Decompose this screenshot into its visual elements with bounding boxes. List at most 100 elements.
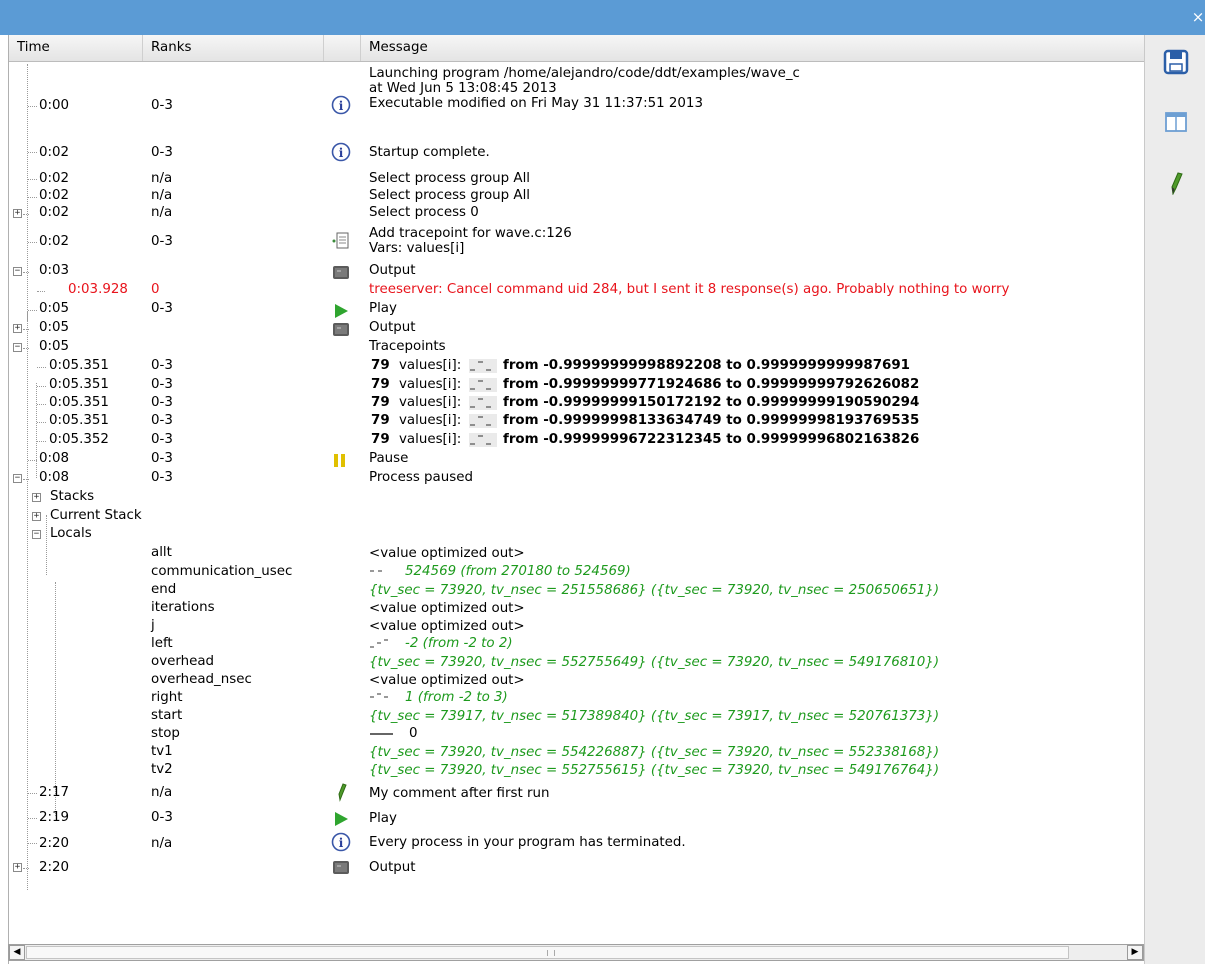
- local-variable-row[interactable]: overhead {tv_sec = 73920, tv_nsec = 5527…: [9, 654, 1145, 672]
- variable-value: 0: [409, 726, 418, 741]
- row-time: 0:02: [39, 234, 70, 249]
- local-variable-row[interactable]: start {tv_sec = 73917, tv_nsec = 5173898…: [9, 708, 1145, 726]
- row-ranks: 0-3: [151, 358, 173, 373]
- table-row[interactable]: 0:05 0-3 Play: [9, 301, 1145, 319]
- logbook-panel: Time Ranks Message 0:00 0-3 i Launching …: [8, 35, 1145, 964]
- sparkline-icon: [370, 639, 388, 648]
- row-message: Startup complete.: [369, 145, 490, 160]
- table-row[interactable]: 0:02 0-3 Add tracepoint for wave.c:126 Va…: [9, 223, 1145, 261]
- table-row[interactable]: 2:17 n/a My comment after first run: [9, 782, 1145, 804]
- tree-item-stacks[interactable]: + Stacks: [9, 489, 1145, 507]
- local-variable-row[interactable]: allt <value optimized out>: [9, 545, 1145, 563]
- table-row[interactable]: + 0:02 n/a Select process 0: [9, 205, 1145, 223]
- row-ranks: n/a: [151, 188, 173, 203]
- row-message: Process paused: [369, 470, 473, 485]
- table-row[interactable]: 0:00 0-3 i Launching program /home/aleja…: [9, 62, 1145, 150]
- sparkline-icon: [469, 414, 497, 428]
- table-row[interactable]: 0:02 n/a Select process group All: [9, 170, 1145, 188]
- tracepoint-row[interactable]: 0:05.351 0-3 79 values[i]: from -0.99999…: [9, 395, 1145, 413]
- local-variable-row[interactable]: right 1 (from -2 to 3): [9, 690, 1145, 708]
- sparkline-icon: [370, 733, 393, 735]
- local-variable-row[interactable]: stop 0: [9, 726, 1145, 744]
- local-variable-row[interactable]: tv1 {tv_sec = 73920, tv_nsec = 554226887…: [9, 744, 1145, 762]
- variable-value: <value optimized out>: [369, 546, 525, 561]
- collapse-toggle[interactable]: −: [13, 267, 22, 276]
- variable-value: {tv_sec = 73920, tv_nsec = 554226887} ({…: [369, 745, 940, 760]
- header-message[interactable]: Message: [361, 35, 1145, 61]
- collapse-toggle[interactable]: −: [13, 343, 22, 352]
- sparkline-icon: [370, 570, 382, 572]
- expand-toggle[interactable]: +: [32, 512, 41, 521]
- header-time[interactable]: Time: [9, 35, 143, 61]
- row-ranks: 0-3: [151, 451, 173, 466]
- tracepoint-count: 79: [371, 358, 390, 373]
- variable-name: stop: [151, 726, 180, 741]
- header-ranks[interactable]: Ranks: [143, 35, 324, 61]
- row-ranks: 0-3: [151, 145, 173, 160]
- local-variable-row[interactable]: j <value optimized out>: [9, 618, 1145, 636]
- svg-text:i: i: [339, 146, 344, 160]
- tracepoint-range: from -0.99999998133634749 to 0.999999981…: [503, 413, 920, 428]
- row-ranks: 0-3: [151, 98, 173, 113]
- variable-value: {tv_sec = 73920, tv_nsec = 552755615} ({…: [369, 763, 940, 778]
- tracepoint-row[interactable]: 0:05.351 0-3 79 values[i]: from -0.99999…: [9, 377, 1145, 395]
- collapse-toggle[interactable]: −: [32, 530, 41, 539]
- table-row[interactable]: 2:20 n/a i Every process in your program…: [9, 832, 1145, 854]
- svg-text:i: i: [339, 99, 344, 113]
- table-row[interactable]: + 2:20 Output: [9, 857, 1145, 879]
- table-row[interactable]: 2:19 0-3 Play: [9, 807, 1145, 829]
- pencil-icon[interactable]: [1163, 169, 1189, 195]
- row-message: Play: [369, 301, 397, 316]
- table-row[interactable]: 0:02 0-3 i Startup complete.: [9, 142, 1145, 164]
- row-ranks: 0: [151, 282, 160, 297]
- row-time: 0:03: [39, 263, 70, 278]
- variable-name: iterations: [151, 600, 215, 615]
- local-variable-row[interactable]: overhead_nsec <value optimized out>: [9, 672, 1145, 690]
- tree-item-current-stack[interactable]: + Current Stack: [9, 508, 1145, 526]
- scroll-right-arrow-icon[interactable]: ▶: [1127, 945, 1143, 960]
- row-message: Play: [369, 811, 397, 826]
- table-row[interactable]: + 0:05 Output: [9, 320, 1145, 338]
- table-row[interactable]: − 0:03 Output: [9, 263, 1145, 281]
- tracepoint-icon: [332, 232, 349, 249]
- table-row[interactable]: 0:02 n/a Select process group All: [9, 188, 1145, 206]
- tree-item-locals[interactable]: − Locals: [9, 526, 1145, 544]
- local-variable-row[interactable]: tv2 {tv_sec = 73920, tv_nsec = 552755615…: [9, 762, 1145, 780]
- row-ranks: 0-3: [151, 377, 173, 392]
- row-time: 0:05: [39, 301, 70, 316]
- row-message: Select process group All: [369, 171, 531, 186]
- horizontal-scrollbar[interactable]: ◀ ▶: [8, 944, 1144, 961]
- panel-layout-icon[interactable]: [1163, 109, 1189, 135]
- header-icon[interactable]: [324, 35, 361, 61]
- tracepoint-row[interactable]: 0:05.352 0-3 79 values[i]: from -0.99999…: [9, 432, 1145, 450]
- save-icon[interactable]: [1163, 49, 1189, 75]
- expand-toggle[interactable]: +: [13, 863, 22, 872]
- log-rows: 0:00 0-3 i Launching program /home/aleja…: [9, 62, 1145, 968]
- expand-toggle[interactable]: +: [13, 324, 22, 333]
- expand-toggle[interactable]: +: [13, 209, 22, 218]
- local-variable-row[interactable]: iterations <value optimized out>: [9, 600, 1145, 618]
- expand-toggle[interactable]: +: [32, 493, 41, 502]
- local-variable-row[interactable]: communication_usec 524569 (from 270180 t…: [9, 564, 1145, 582]
- variable-value: <value optimized out>: [369, 673, 525, 688]
- scrollbar-thumb[interactable]: [26, 946, 1069, 959]
- row-ranks: 0-3: [151, 432, 173, 447]
- collapse-toggle[interactable]: −: [13, 474, 22, 483]
- row-ranks: 0-3: [151, 470, 173, 485]
- tracepoint-row[interactable]: 0:05.351 0-3 79 values[i]: from -0.99999…: [9, 413, 1145, 431]
- local-variable-row[interactable]: end {tv_sec = 73920, tv_nsec = 251558686…: [9, 582, 1145, 600]
- row-ranks: 0-3: [151, 234, 173, 249]
- scroll-left-arrow-icon[interactable]: ◀: [9, 945, 25, 960]
- table-row[interactable]: − 0:05 Tracepoints: [9, 339, 1145, 357]
- variable-name: end: [151, 582, 177, 597]
- tracepoint-row[interactable]: 0:05.351 0-3 79 values[i]: from -0.99999…: [9, 358, 1145, 376]
- row-message: Every process in your program has termin…: [369, 835, 686, 850]
- table-row[interactable]: 0:03.928 0 treeserver: Cancel command ui…: [9, 282, 1145, 300]
- local-variable-row[interactable]: left -2 (from -2 to 2): [9, 636, 1145, 654]
- close-icon[interactable]: ×: [1191, 8, 1205, 26]
- table-row[interactable]: 0:08 0-3 Pause: [9, 451, 1145, 469]
- tracepoint-range: from -0.99999999771924686 to 0.999999997…: [503, 377, 920, 392]
- row-message: My comment after first run: [369, 786, 550, 801]
- row-time: 0:05.351: [49, 358, 109, 373]
- table-row[interactable]: − 0:08 0-3 Process paused: [9, 470, 1145, 488]
